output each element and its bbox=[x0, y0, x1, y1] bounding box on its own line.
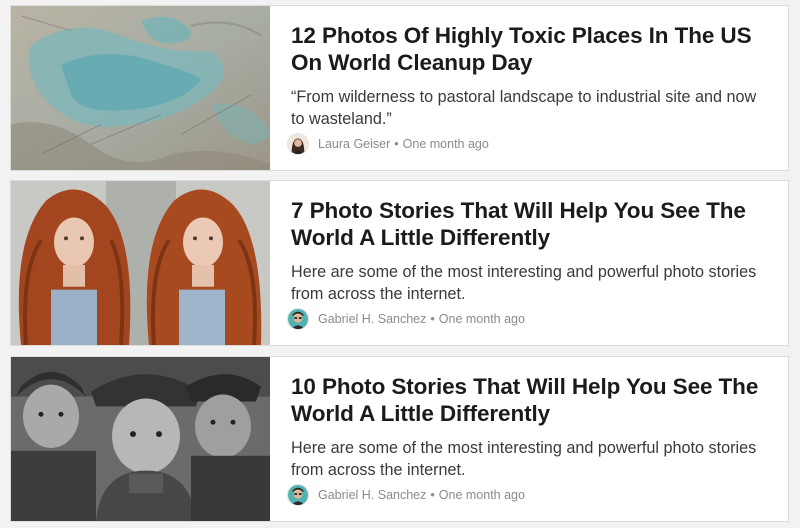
author-name[interactable]: Laura Geiser bbox=[318, 137, 390, 151]
post-time: One month ago bbox=[438, 488, 525, 502]
byline-separator: • bbox=[430, 488, 435, 502]
article-excerpt: “From wilderness to pastoral landscape t… bbox=[291, 88, 757, 128]
author-name[interactable]: Gabriel H. Sanchez bbox=[318, 488, 426, 502]
article-card[interactable]: 7 Photo Stories That Will Help You See T… bbox=[10, 180, 789, 346]
article-byline: Laura Geiser • One month ago bbox=[287, 133, 489, 155]
article-byline: Gabriel H. Sanchez • One month ago bbox=[287, 308, 525, 330]
post-time: One month ago bbox=[402, 137, 489, 151]
child-laborers-vintage-photo bbox=[11, 357, 270, 521]
article-thumbnail[interactable] bbox=[11, 357, 270, 521]
red-haired-twins-photo bbox=[11, 181, 270, 345]
author-name[interactable]: Gabriel H. Sanchez bbox=[318, 312, 426, 326]
article-feed: 12 Photos Of Highly Toxic Places In The … bbox=[0, 0, 800, 528]
toxic-landscape-aerial-photo bbox=[11, 6, 270, 170]
article-byline: Gabriel H. Sanchez • One month ago bbox=[287, 484, 525, 506]
author-avatar[interactable] bbox=[287, 484, 309, 506]
post-time: One month ago bbox=[438, 312, 525, 326]
author-avatar[interactable] bbox=[287, 308, 309, 330]
article-thumbnail[interactable] bbox=[11, 181, 270, 345]
byline-separator: • bbox=[430, 312, 435, 326]
article-body: 12 Photos Of Highly Toxic Places In The … bbox=[270, 6, 788, 170]
article-excerpt: Here are some of the most interesting an… bbox=[291, 263, 757, 303]
article-thumbnail[interactable] bbox=[11, 6, 270, 170]
article-title[interactable]: 12 Photos Of Highly Toxic Places In The … bbox=[291, 22, 768, 76]
byline-separator: • bbox=[394, 137, 399, 151]
article-body: 10 Photo Stories That Will Help You See … bbox=[270, 357, 788, 521]
article-card[interactable]: 12 Photos Of Highly Toxic Places In The … bbox=[10, 5, 789, 171]
article-body: 7 Photo Stories That Will Help You See T… bbox=[270, 181, 788, 345]
article-title[interactable]: 7 Photo Stories That Will Help You See T… bbox=[291, 197, 768, 251]
article-excerpt: Here are some of the most interesting an… bbox=[291, 439, 757, 479]
author-avatar[interactable] bbox=[287, 133, 309, 155]
article-title[interactable]: 10 Photo Stories That Will Help You See … bbox=[291, 373, 768, 427]
article-card[interactable]: 10 Photo Stories That Will Help You See … bbox=[10, 356, 789, 522]
